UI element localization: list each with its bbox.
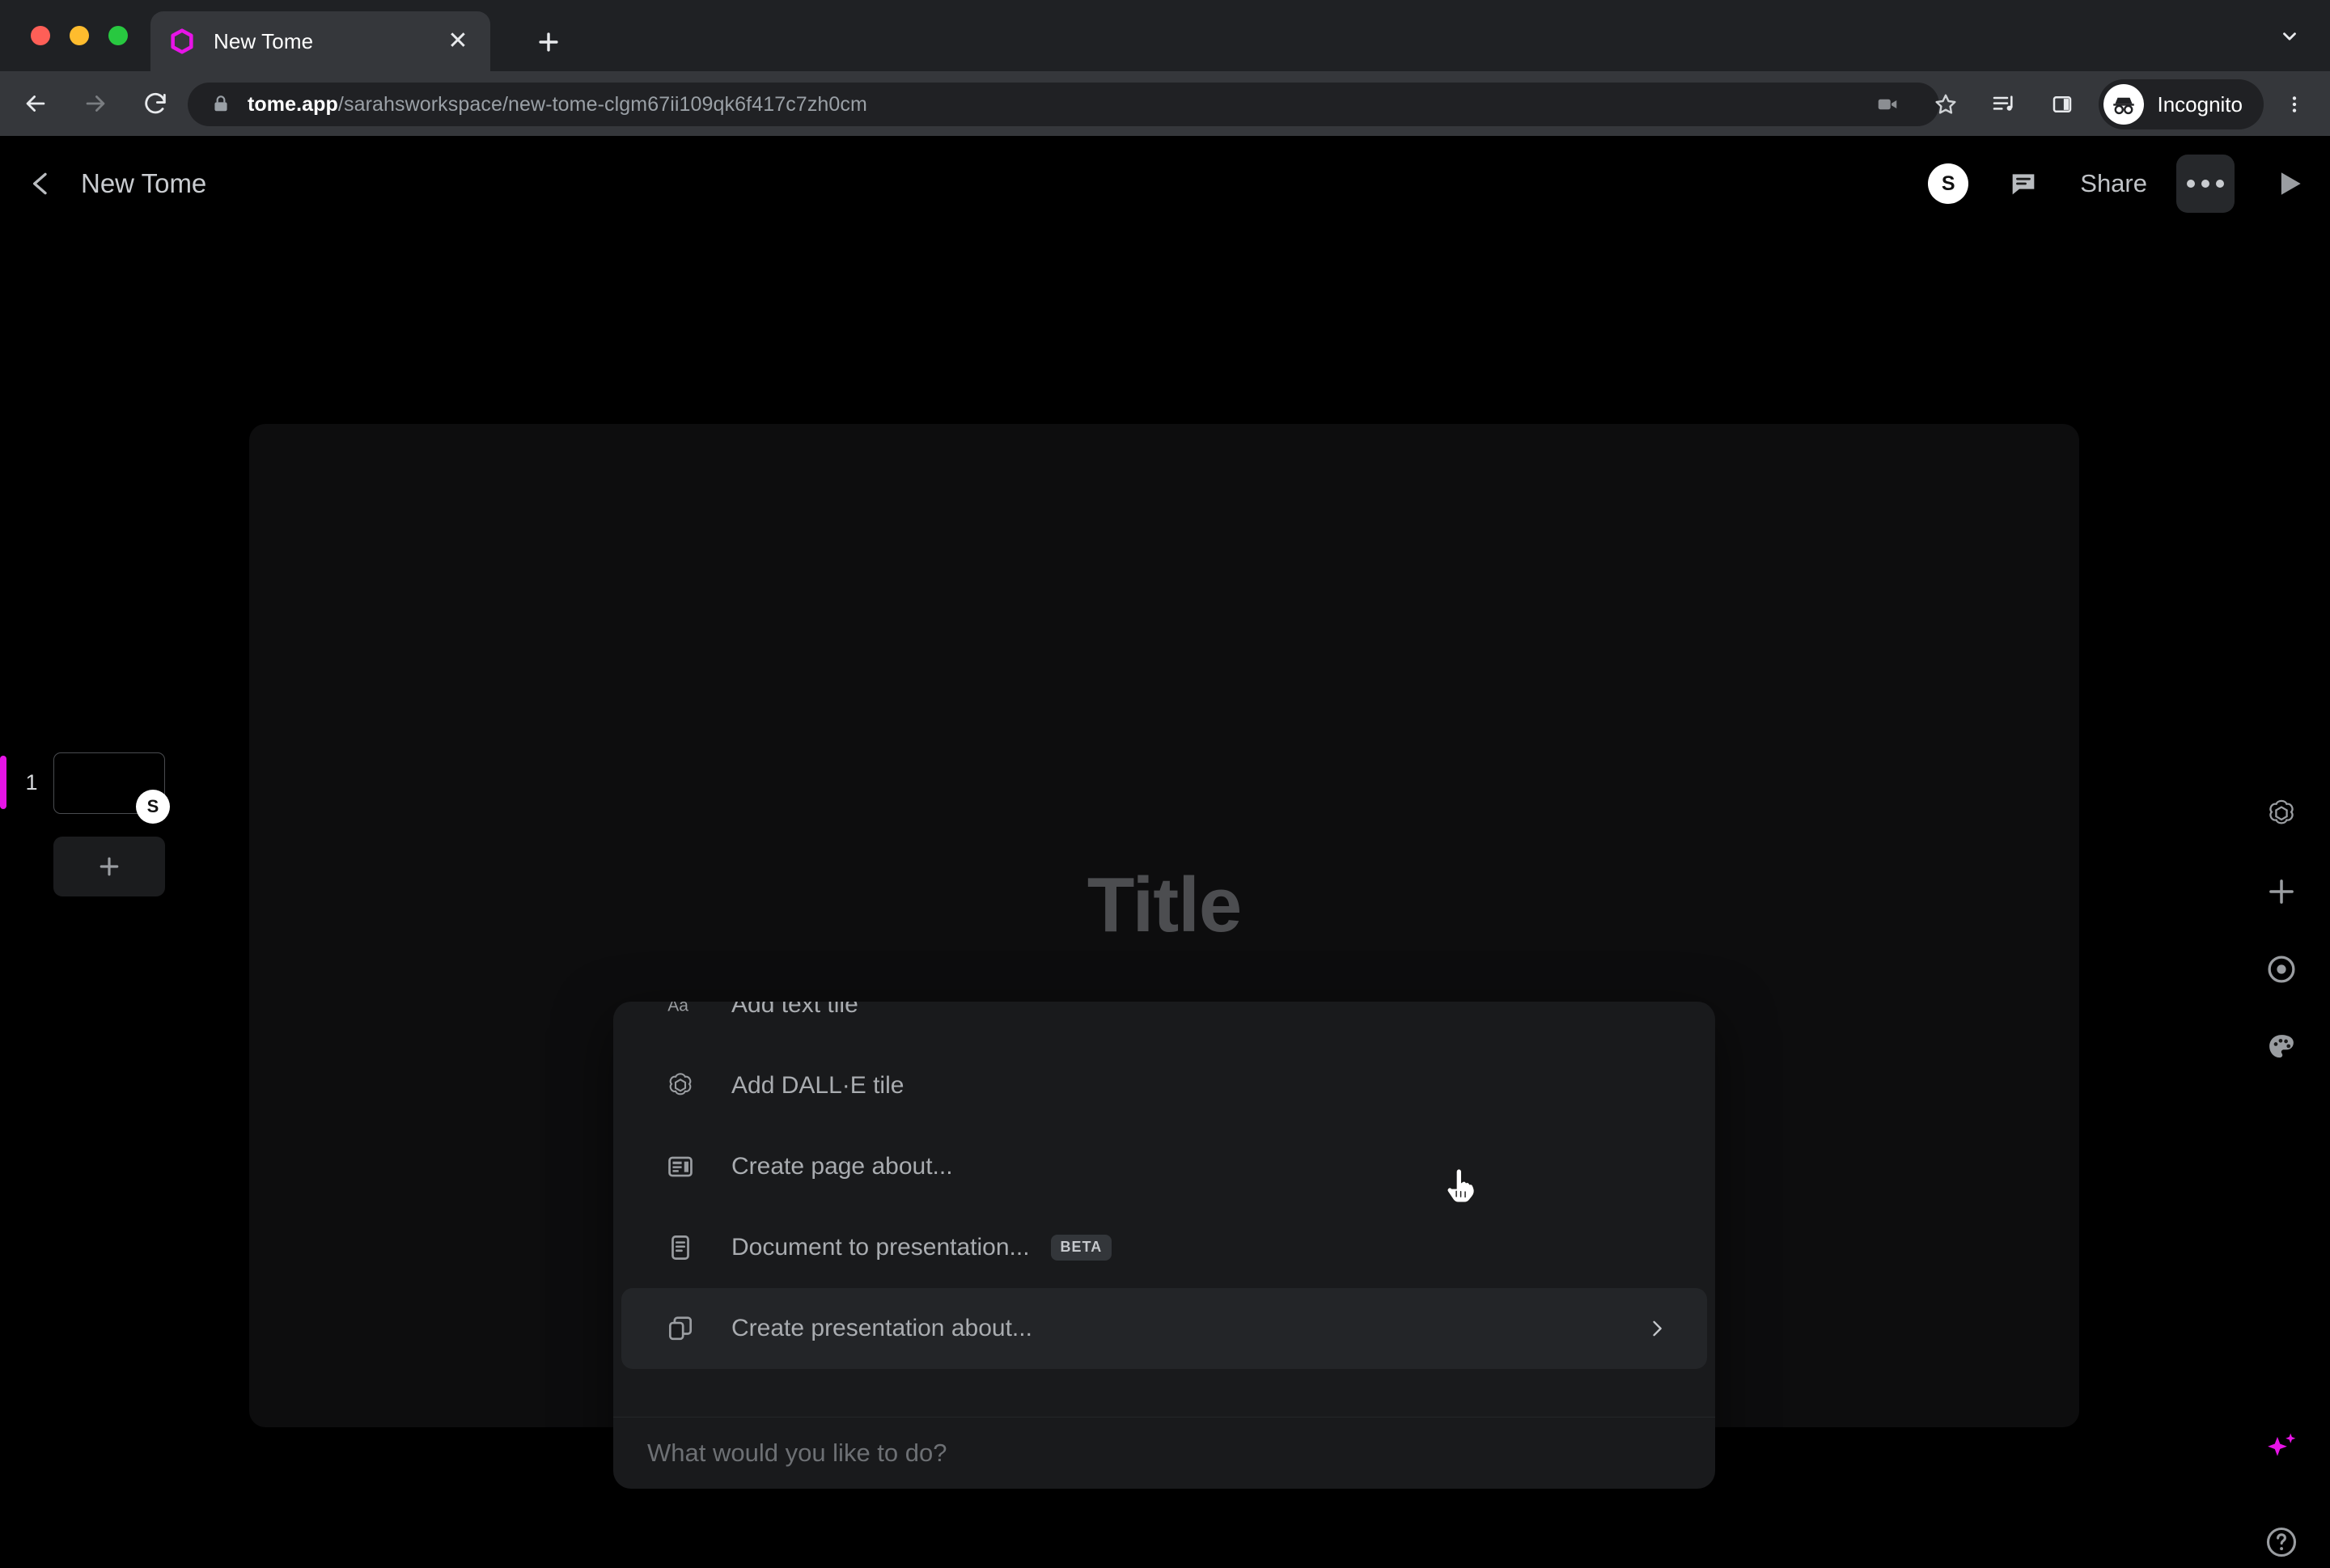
url-text: tome.app/sarahsworkspace/new-tome-clgm67… bbox=[248, 93, 867, 117]
share-button[interactable]: Share bbox=[2080, 169, 2147, 198]
menu-item-document-to-presentation[interactable]: Document to presentation... BETA bbox=[621, 1207, 1707, 1288]
toolbar-actions: Incognito bbox=[1862, 79, 2317, 129]
more-options-button[interactable] bbox=[2176, 155, 2235, 213]
menu-item-add-dalle-tile[interactable]: Add DALL·E tile bbox=[621, 1045, 1707, 1126]
palette-icon[interactable] bbox=[2256, 1021, 2307, 1073]
tool-rail bbox=[2233, 136, 2330, 1456]
document-icon bbox=[662, 1229, 699, 1266]
menu-item-label: Document to presentation... bbox=[731, 1234, 1030, 1261]
menu-item-label: Create presentation about... bbox=[731, 1315, 1032, 1342]
browser-tabstrip: New Tome ✕ bbox=[0, 0, 2330, 71]
chevron-down-icon[interactable] bbox=[2273, 24, 2306, 49]
more-dot-3 bbox=[2216, 180, 2224, 188]
presentation-icon bbox=[662, 1310, 699, 1347]
browser-window: New Tome ✕ bbox=[0, 0, 2330, 1456]
tome-app: New Tome S Share bbox=[0, 136, 2330, 1456]
star-icon[interactable] bbox=[1921, 79, 1971, 129]
side-panel-icon[interactable] bbox=[2037, 79, 2087, 129]
back-arrow-icon[interactable] bbox=[11, 79, 60, 128]
forward-arrow-icon[interactable] bbox=[71, 79, 120, 128]
record-icon[interactable] bbox=[2256, 943, 2307, 995]
plus-icon[interactable] bbox=[2256, 866, 2307, 917]
slide-collaborator-avatar: S bbox=[136, 790, 170, 824]
incognito-badge[interactable]: Incognito bbox=[2099, 79, 2264, 129]
kebab-menu-icon[interactable] bbox=[2272, 79, 2317, 129]
menu-item-label: Create page about... bbox=[731, 1153, 953, 1180]
comment-icon[interactable] bbox=[2002, 163, 2044, 205]
browser-toolbar: tome.app/sarahsworkspace/new-tome-clgm67… bbox=[0, 71, 2330, 136]
close-tab-button[interactable]: ✕ bbox=[443, 27, 472, 56]
slide-list-item[interactable]: 1 S bbox=[0, 744, 243, 822]
menu-item-add-text-tile[interactable]: Aa Add text tile bbox=[621, 1002, 1707, 1045]
more-dot-2 bbox=[2201, 180, 2209, 188]
command-input-wrapper[interactable] bbox=[613, 1418, 1715, 1489]
avatar[interactable]: S bbox=[1928, 163, 1968, 204]
app-header: New Tome S Share bbox=[0, 136, 2330, 231]
incognito-icon bbox=[2103, 84, 2144, 125]
tab-title: New Tome bbox=[214, 29, 443, 54]
help-icon[interactable] bbox=[2256, 1516, 2307, 1568]
command-input[interactable] bbox=[647, 1439, 1681, 1468]
svg-text:Aa: Aa bbox=[667, 1002, 688, 1015]
page-layout-icon bbox=[662, 1148, 699, 1185]
incognito-label: Incognito bbox=[2157, 92, 2243, 117]
reload-icon[interactable] bbox=[131, 79, 180, 128]
text-tile-icon: Aa bbox=[662, 1002, 699, 1023]
title-placeholder[interactable]: Title bbox=[249, 861, 2079, 950]
url-domain: tome.app bbox=[248, 93, 338, 116]
lock-icon bbox=[210, 93, 233, 116]
slide-rail: 1 S bbox=[0, 136, 243, 1456]
url-path: /sarahsworkspace/new-tome-clgm67ii109qk6… bbox=[338, 93, 867, 116]
slide-number: 1 bbox=[18, 756, 45, 809]
menu-item-create-presentation-about[interactable]: Create presentation about... bbox=[621, 1288, 1707, 1369]
menu-item-label: Add text tile bbox=[731, 1002, 858, 1019]
window-controls bbox=[31, 26, 128, 45]
more-dot-1 bbox=[2187, 180, 2195, 188]
sparkles-icon[interactable] bbox=[2256, 1422, 2307, 1474]
minimize-window-button[interactable] bbox=[70, 26, 89, 45]
video-camera-icon[interactable] bbox=[1862, 79, 1913, 129]
menu-item-create-page-about[interactable]: Create page about... bbox=[621, 1126, 1707, 1207]
new-tab-button[interactable] bbox=[526, 19, 571, 65]
add-slide-button[interactable] bbox=[53, 837, 165, 896]
openai-icon bbox=[662, 1067, 699, 1104]
openai-icon[interactable] bbox=[2256, 788, 2307, 840]
close-window-button[interactable] bbox=[31, 26, 50, 45]
command-menu-list: Aa Add text tile Add DALL·E tile bbox=[613, 1002, 1715, 1369]
chevron-right-icon[interactable] bbox=[1644, 1316, 1670, 1341]
menu-item-label: Add DALL·E tile bbox=[731, 1072, 904, 1100]
address-bar[interactable]: tome.app/sarahsworkspace/new-tome-clgm67… bbox=[188, 83, 1939, 126]
maximize-window-button[interactable] bbox=[108, 26, 128, 45]
tome-logo-icon bbox=[168, 28, 196, 55]
browser-tab[interactable]: New Tome ✕ bbox=[150, 11, 490, 71]
command-menu: Aa Add text tile Add DALL·E tile bbox=[613, 1002, 1715, 1489]
beta-badge: BETA bbox=[1051, 1235, 1112, 1261]
media-playlist-icon[interactable] bbox=[1979, 79, 2029, 129]
mouse-cursor bbox=[1440, 1162, 1477, 1209]
active-slide-marker bbox=[0, 756, 6, 809]
